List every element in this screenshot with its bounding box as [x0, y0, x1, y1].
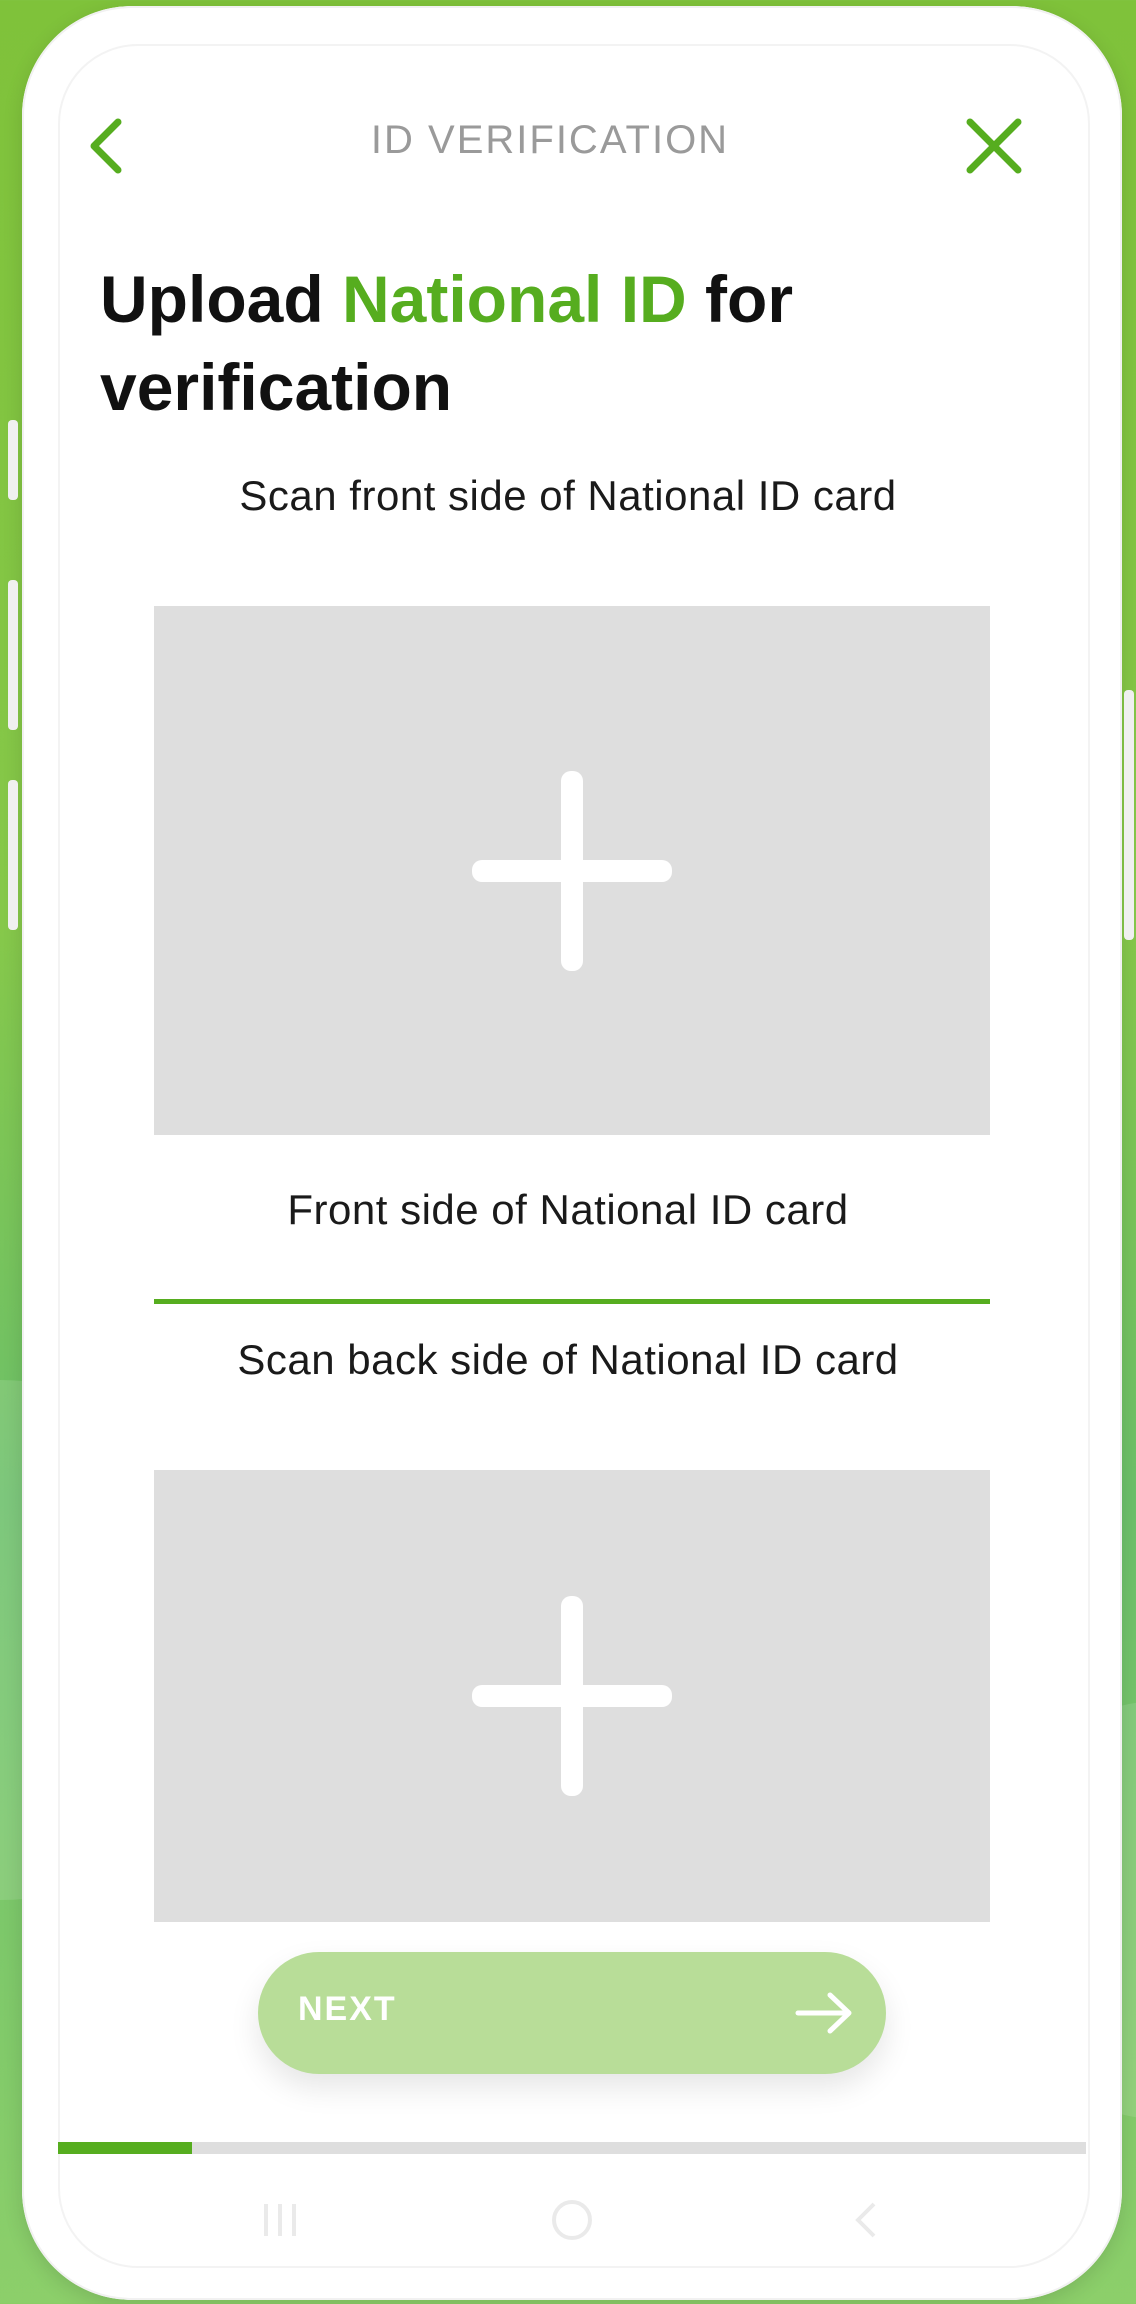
arrow-right-icon [795, 1992, 852, 2034]
progress-fill [58, 2142, 192, 2154]
close-icon [966, 118, 1022, 174]
next-button-label: NEXT [298, 1990, 397, 2028]
plus-icon [472, 1596, 672, 1796]
recents-icon [264, 2204, 296, 2236]
back-scan-label: Scan back side of National ID card [237, 1336, 899, 1383]
back-upload-area[interactable] [154, 1470, 990, 1922]
system-nav-bar [58, 2170, 1086, 2260]
front-caption: Front side of National ID card [287, 1186, 849, 1233]
progress-bar [58, 2142, 1086, 2154]
page-title: ID VERIFICATION [370, 118, 730, 162]
next-button[interactable]: NEXT [258, 1952, 886, 2074]
top-bar: ID VERIFICATION [36, 96, 1064, 192]
phone-side-button [8, 780, 18, 930]
heading-text-start: Upload [100, 262, 342, 336]
heading-accent: National ID [342, 262, 687, 336]
back-nav-icon [855, 2202, 876, 2238]
section-divider [154, 1299, 990, 1304]
plus-icon [472, 770, 672, 971]
phone-side-button [1124, 690, 1134, 940]
close-button[interactable] [962, 114, 1026, 178]
home-icon [552, 2200, 592, 2240]
front-upload-area[interactable] [154, 606, 990, 1135]
front-scan-label: Scan front side of National ID card [239, 472, 897, 519]
page-heading: Upload National ID for verification [100, 255, 1000, 431]
phone-side-button [8, 580, 18, 730]
